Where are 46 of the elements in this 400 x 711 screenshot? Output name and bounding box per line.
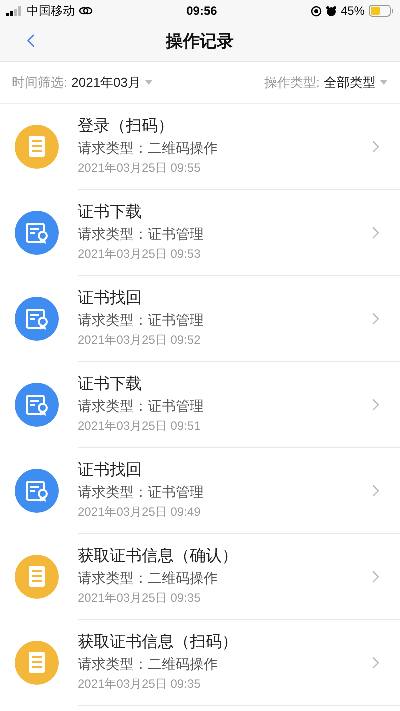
clock-time: 09:56 (186, 3, 218, 20)
page-title: 操作记录 (166, 30, 234, 53)
record-item[interactable]: 登录（扫码） 请求类型：二维码操作 2021年03月25日 09:55 (0, 104, 400, 190)
record-time: 2021年03月25日 09:51 (78, 418, 202, 434)
record-title: 证书找回 (78, 460, 143, 480)
link-icon (79, 6, 93, 16)
request-type: 请求类型：二维码操作 (78, 568, 219, 588)
document-icon (15, 641, 59, 685)
record-title: 证书下载 (78, 202, 143, 222)
record-item[interactable]: 证书下载 请求类型：证书管理 2021年03月25日 09:53 (0, 190, 400, 276)
record-item[interactable]: 获取证书信息（扫码） 请求类型：二维码操作 2021年03月25日 09:35 (0, 620, 400, 706)
record-time: 2021年03月25日 09:35 (78, 676, 202, 692)
record-time: 2021年03月25日 09:55 (78, 160, 202, 176)
battery-icon (368, 5, 394, 17)
document-icon (15, 555, 59, 599)
document-icon (15, 125, 59, 169)
dropdown-caret-icon (380, 80, 388, 85)
record-time: 2021年03月25日 09:49 (78, 504, 202, 520)
record-item[interactable]: 获取证书信息（确认） 请求类型：二维码操作 2021年03月25日 09:35 (0, 534, 400, 620)
battery-percent: 45% (340, 3, 365, 20)
signal-icon (6, 6, 23, 16)
filter-dropdown[interactable]: 操作类型: 全部类型 (264, 72, 388, 92)
record-item[interactable]: 证书找回 请求类型：证书管理 2021年03月25日 09:49 (0, 448, 400, 534)
certificate-icon (15, 383, 59, 427)
request-type: 请求类型：二维码操作 (78, 138, 219, 158)
request-type: 请求类型：证书管理 (78, 224, 205, 244)
record-time: 2021年03月25日 09:52 (78, 332, 202, 348)
record-time: 2021年03月25日 09:53 (78, 246, 202, 262)
certificate-icon (15, 211, 59, 255)
record-title: 登录（扫码） (78, 116, 175, 136)
dropdown-caret-icon (145, 80, 154, 85)
record-time: 2021年03月25日 09:35 (78, 590, 202, 606)
certificate-icon (15, 297, 59, 341)
record-title: 证书找回 (78, 288, 143, 308)
filter-dropdown[interactable]: 时间筛选: 2021年03月 (12, 72, 154, 92)
request-type: 请求类型：二维码操作 (78, 654, 219, 674)
record-title: 获取证书信息（确认） (78, 546, 239, 566)
request-type: 请求类型：证书管理 (78, 482, 205, 502)
certificate-icon (15, 469, 59, 513)
record-item[interactable]: 证书找回 请求类型：证书管理 2021年03月25日 09:52 (0, 276, 400, 362)
carrier-name: 中国移动 (27, 3, 75, 20)
record-title: 获取证书信息（扫码） (78, 632, 239, 652)
record-item[interactable]: 证书下载 请求类型：证书管理 2021年03月25日 09:51 (0, 362, 400, 448)
request-type: 请求类型：证书管理 (78, 396, 205, 416)
request-type: 请求类型：证书管理 (78, 310, 205, 330)
record-title: 证书下载 (78, 374, 143, 394)
